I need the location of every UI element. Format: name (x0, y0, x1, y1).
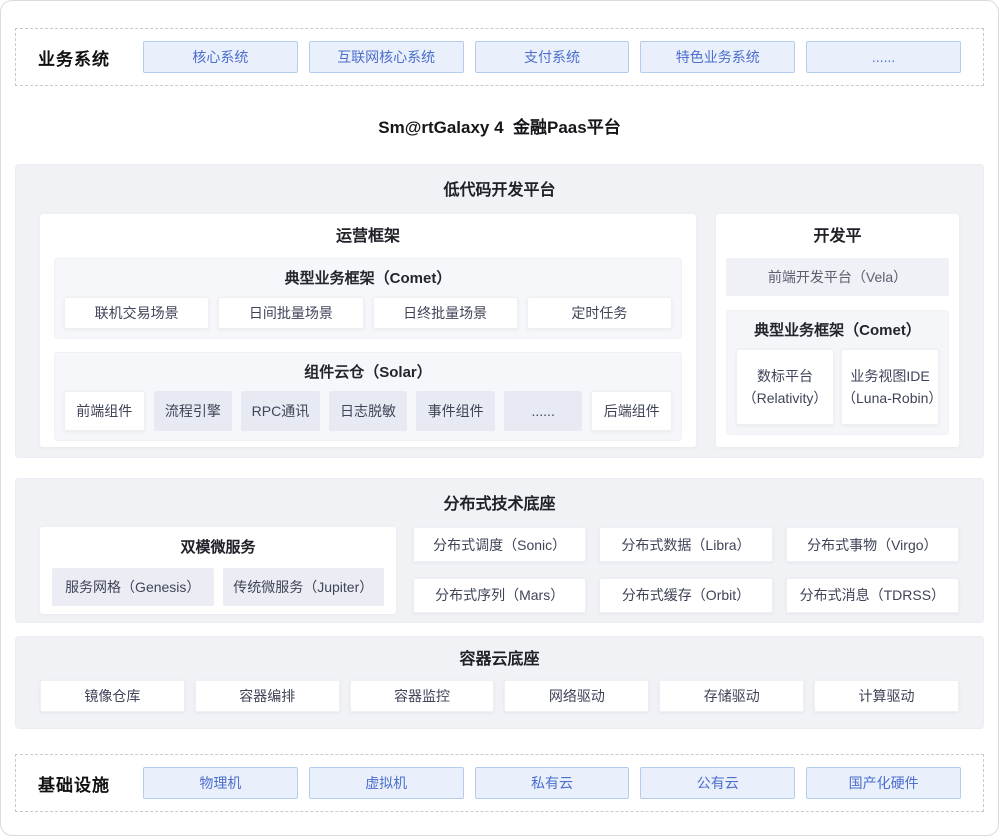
chip-private-cloud: 私有云 (475, 767, 630, 799)
chip-container-monitoring: 容器监控 (350, 680, 495, 712)
distributed-base-section: 分布式技术底座 双模微服务 服务网格（Genesis） 传统微服务（Jupite… (15, 478, 984, 623)
chip-process-engine: 流程引擎 (154, 391, 233, 431)
chip-image-repository: 镜像仓库 (40, 680, 185, 712)
chip-storage-driver: 存储驱动 (659, 680, 804, 712)
solar-chip-row: 前端组件 流程引擎 RPC通讯 日志脱敏 事件组件 ...... 后端组件 (64, 391, 672, 431)
infrastructure-label: 基础设施 (38, 771, 143, 796)
chip-container-orchestration: 容器编排 (195, 680, 340, 712)
dual-mode-title: 双模微服务 (52, 527, 384, 559)
chip-traditional-microservice-jupiter: 传统微服务（Jupiter） (223, 568, 385, 606)
chip-compute-driver: 计算驱动 (814, 680, 959, 712)
chip-back-component: 后端组件 (591, 391, 672, 431)
chip-event-component: 事件组件 (416, 391, 495, 431)
chip-rpc-comm: RPC通讯 (241, 391, 320, 431)
chip-front-component: 前端组件 (64, 391, 145, 431)
chip-special-business-system: 特色业务系统 (640, 41, 795, 73)
chip-luna-robin-ide: 业务视图IDE （Luna-Robin） (841, 349, 939, 425)
business-systems-row: 业务系统 核心系统 互联网核心系统 支付系统 特色业务系统 ...... (15, 28, 984, 86)
chip-dist-message-tdrss: 分布式消息（TDRSS） (786, 578, 959, 613)
solar-warehouse-title: 组件云仓（Solar） (64, 353, 672, 383)
chip-payment-system: 支付系统 (475, 41, 630, 73)
chip-dist-data-libra: 分布式数据（Libra） (599, 527, 772, 562)
lowcode-body: 运营框架 典型业务框架（Comet） 联机交易场景 日间批量场景 日终批量场景 … (40, 214, 959, 447)
page-title: Sm@rtGalaxy 4 金融Paas平台 (1, 86, 998, 164)
chip-public-cloud: 公有云 (640, 767, 795, 799)
solar-warehouse-box: 组件云仓（Solar） 前端组件 流程引擎 RPC通讯 日志脱敏 事件组件 ..… (54, 352, 682, 441)
distributed-grid: 分布式调度（Sonic） 分布式数据（Libra） 分布式事物（Virgo） 分… (413, 527, 959, 614)
dual-mode-microservice-box: 双模微服务 服务网格（Genesis） 传统微服务（Jupiter） (40, 527, 396, 614)
chip-physical-machine: 物理机 (143, 767, 298, 799)
chip-timed-task: 定时任务 (527, 297, 672, 329)
distributed-body: 双模微服务 服务网格（Genesis） 传统微服务（Jupiter） 分布式调度… (40, 527, 959, 614)
chip-online-trading-scene: 联机交易场景 (64, 297, 209, 329)
lowcode-platform-title: 低代码开发平台 (40, 165, 959, 202)
container-chip-row: 镜像仓库 容器编排 容器监控 网络驱动 存储驱动 计算驱动 (40, 680, 959, 712)
dual-mode-chip-row: 服务网格（Genesis） 传统微服务（Jupiter） (52, 568, 384, 606)
chip-relativity-code: （Relativity） (743, 387, 828, 409)
container-base-title: 容器云底座 (40, 637, 959, 671)
chip-solar-ellipsis: ...... (504, 391, 583, 431)
chip-internet-core-system: 互联网核心系统 (309, 41, 464, 73)
platform-architecture-card: 业务系统 核心系统 互联网核心系统 支付系统 特色业务系统 ...... Sm@… (0, 0, 999, 836)
distributed-base-title: 分布式技术底座 (40, 479, 959, 516)
chip-network-driver: 网络驱动 (504, 680, 649, 712)
comet-framework-title: 典型业务框架（Comet） (64, 259, 672, 289)
chip-core-system: 核心系统 (143, 41, 298, 73)
operation-framework-box: 运营框架 典型业务框架（Comet） 联机交易场景 日间批量场景 日终批量场景 … (40, 214, 696, 447)
chip-service-mesh-genesis: 服务网格（Genesis） (52, 568, 214, 606)
chip-luna-robin-name: 业务视图IDE (850, 365, 929, 387)
dev-comet-chip-row: 数标平台 （Relativity） 业务视图IDE （Luna-Robin） (736, 349, 939, 425)
chip-dist-scheduling-sonic: 分布式调度（Sonic） (413, 527, 586, 562)
chip-relativity-name: 数标平台 (757, 365, 813, 387)
dev-comet-framework-title: 典型业务框架（Comet） (736, 311, 939, 341)
dev-comet-framework-box: 典型业务框架（Comet） 数标平台 （Relativity） 业务视图IDE … (726, 310, 949, 435)
chip-dist-transaction-virgo: 分布式事物（Virgo） (786, 527, 959, 562)
infrastructure-row: 基础设施 物理机 虚拟机 私有云 公有云 国产化硬件 (15, 754, 984, 812)
chip-relativity-platform: 数标平台 （Relativity） (736, 349, 834, 425)
dev-platform-title: 开发平 (726, 214, 949, 248)
chip-luna-robin-code: （Luna-Robin） (842, 387, 938, 409)
comet-framework-box: 典型业务框架（Comet） 联机交易场景 日间批量场景 日终批量场景 定时任务 (54, 258, 682, 339)
dev-platform-box: 开发平 前端开发平台（Vela） 典型业务框架（Comet） 数标平台 （Rel… (716, 214, 959, 447)
chip-dist-cache-orbit: 分布式缓存（Orbit） (599, 578, 772, 613)
comet-chip-row: 联机交易场景 日间批量场景 日终批量场景 定时任务 (64, 297, 672, 329)
chip-day-batch-scene: 日间批量场景 (218, 297, 363, 329)
chip-eod-batch-scene: 日终批量场景 (373, 297, 518, 329)
lowcode-platform-section: 低代码开发平台 运营框架 典型业务框架（Comet） 联机交易场景 日间批量场景… (15, 164, 984, 458)
chip-business-ellipsis: ...... (806, 41, 961, 73)
container-base-section: 容器云底座 镜像仓库 容器编排 容器监控 网络驱动 存储驱动 计算驱动 (15, 636, 984, 729)
chip-vela-frontend-platform: 前端开发平台（Vela） (726, 258, 949, 296)
business-systems-chips: 核心系统 互联网核心系统 支付系统 特色业务系统 ...... (143, 41, 961, 73)
chip-log-masking: 日志脱敏 (329, 391, 408, 431)
chip-virtual-machine: 虚拟机 (309, 767, 464, 799)
infrastructure-chips: 物理机 虚拟机 私有云 公有云 国产化硬件 (143, 767, 961, 799)
business-systems-label: 业务系统 (38, 45, 143, 70)
operation-framework-title: 运营框架 (54, 214, 682, 248)
chip-dist-sequence-mars: 分布式序列（Mars） (413, 578, 586, 613)
chip-domestic-hardware: 国产化硬件 (806, 767, 961, 799)
